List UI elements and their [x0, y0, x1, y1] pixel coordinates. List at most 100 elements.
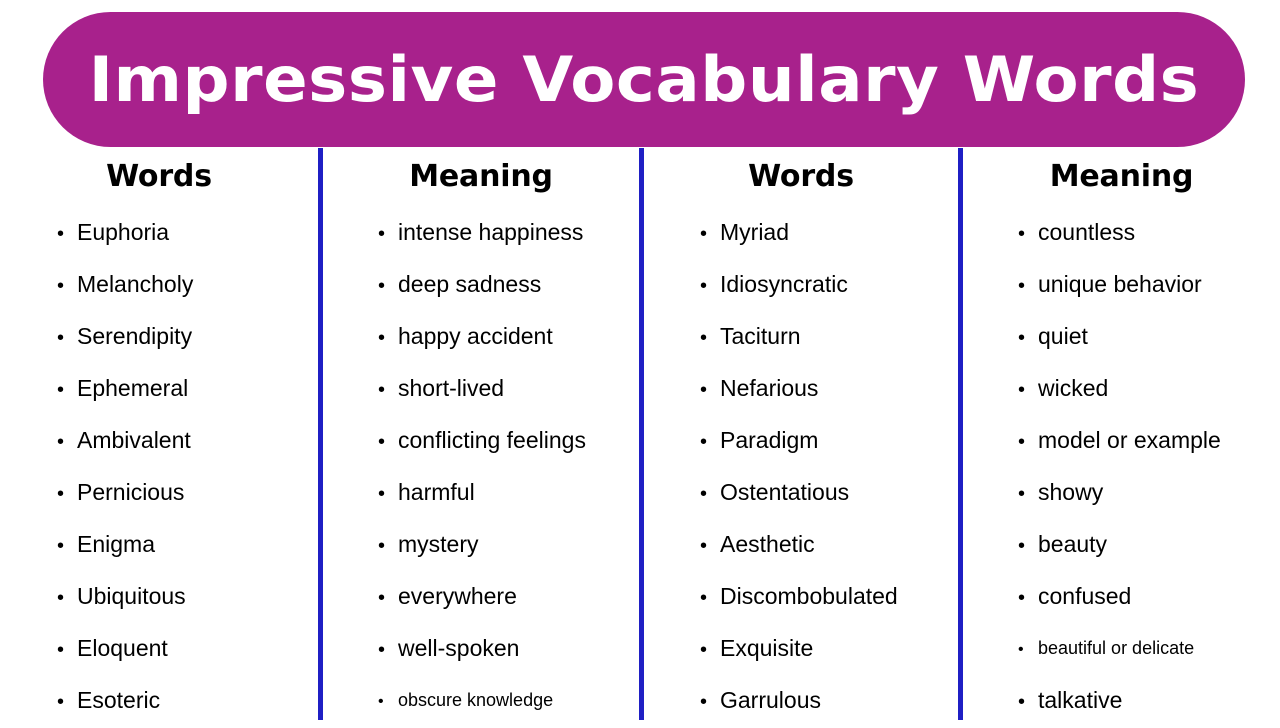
bullet-icon: • [378, 535, 386, 557]
bullet-icon: • [700, 483, 708, 505]
bullet-icon: • [1018, 587, 1026, 609]
list-item: • Discombobulated [700, 570, 958, 622]
bullet-icon: • [1018, 535, 1026, 557]
list-item: • model or example [1018, 414, 1280, 466]
bullet-icon: • [700, 223, 708, 245]
bullet-icon: • [378, 327, 386, 349]
list-item-label: talkative [1038, 687, 1123, 713]
list-item: • talkative [1018, 674, 1280, 726]
list-item: • Idiosyncratic [700, 258, 958, 310]
list-item-label: happy accident [398, 323, 553, 349]
list-item: • beautiful or delicate [1018, 622, 1280, 674]
list-item: • Enigma [57, 518, 318, 570]
list-item: • everywhere [378, 570, 639, 622]
list-item-label: unique behavior [1038, 271, 1202, 297]
bullet-icon: • [700, 379, 708, 401]
list-item-label: Euphoria [77, 219, 170, 245]
list-item: • Nefarious [700, 362, 958, 414]
list-item: • happy accident [378, 310, 639, 362]
column-header-meaning-2: Meaning [1049, 159, 1194, 194]
list-item: • well-spoken [378, 622, 639, 674]
list-item: • Exquisite [700, 622, 958, 674]
list-item: • Melancholy [57, 258, 318, 310]
list-item-label: intense happiness [398, 219, 584, 245]
list-item: • Ostentatious [700, 466, 958, 518]
list-item-label: Nefarious [720, 375, 819, 401]
bullet-icon: • [1018, 327, 1026, 349]
list-item-label: Esoteric [77, 687, 161, 713]
title-banner: Impressive Vocabulary Words [43, 12, 1245, 147]
list-item-label: Exquisite [720, 635, 814, 661]
bullet-icon: • [57, 691, 65, 713]
list-item-label: Ubiquitous [77, 583, 186, 609]
list-item-label: well-spoken [398, 635, 520, 661]
list-item-label: Ephemeral [77, 375, 189, 401]
bullet-icon: • [57, 483, 65, 505]
bullet-icon: • [57, 379, 65, 401]
bullet-icon: • [700, 587, 708, 609]
list-item-label: Discombobulated [720, 583, 898, 609]
column-header-meaning-1: Meaning [409, 159, 553, 194]
list-item-label: everywhere [398, 583, 517, 609]
list-item: • Euphoria [57, 206, 318, 258]
list-item: • unique behavior [1018, 258, 1280, 310]
list-item: • Myriad [700, 206, 958, 258]
list-item: • deep sadness [378, 258, 639, 310]
list-item: • Esoteric [57, 674, 318, 726]
column-header-words-2: Words [748, 159, 854, 194]
bullet-icon: • [700, 275, 708, 297]
list-item: • obscure knowledge [378, 674, 639, 726]
list-item-label: beauty [1038, 531, 1108, 557]
bullet-icon: • [378, 431, 386, 453]
bullet-icon: • [378, 223, 386, 245]
list-item-label: Pernicious [77, 479, 185, 505]
column-words-1: Words • Euphoria • Melancholy • Serendipity • E… [0, 148, 318, 720]
bullet-icon: • [57, 275, 65, 297]
list-item: • showy [1018, 466, 1280, 518]
list-item: • short-lived [378, 362, 639, 414]
column-words-2: Words • Myriad • Idiosyncratic • Taciturn • Nef… [644, 148, 958, 720]
bullet-icon: • [700, 327, 708, 349]
bullet-icon: • [57, 223, 65, 245]
list-item-label: Idiosyncratic [720, 271, 848, 297]
list-item-label: wicked [1038, 375, 1109, 401]
bullet-icon: • [700, 535, 708, 557]
column-meaning-2: Meaning • countless • unique behavior • quiet… [963, 148, 1280, 720]
bullet-icon: • [700, 431, 708, 453]
list-item: • Paradigm [700, 414, 958, 466]
bullet-icon: • [378, 275, 386, 297]
bullet-icon: • [57, 431, 65, 453]
bullet-icon: • [1018, 641, 1024, 658]
bullet-icon: • [378, 693, 384, 710]
column-list-meaning-2: • countless • unique behavior • quiet • wicked •… [963, 206, 1280, 726]
bullet-icon: • [700, 691, 708, 713]
list-item: • Taciturn [700, 310, 958, 362]
list-item: • Eloquent [57, 622, 318, 674]
list-item-label: Myriad [720, 219, 790, 245]
bullet-icon: • [378, 483, 386, 505]
list-item: • confused [1018, 570, 1280, 622]
list-item: • Garrulous [700, 674, 958, 726]
column-list-meaning-1: • intense happiness • deep sadness • happy ac… [323, 206, 639, 726]
list-item: • Ephemeral [57, 362, 318, 414]
column-list-words-1: • Euphoria • Melancholy • Serendipity • Ephemer… [0, 206, 318, 726]
list-item-label: harmful [398, 479, 475, 505]
list-item-label: Taciturn [720, 323, 801, 349]
list-item-label: Eloquent [77, 635, 168, 661]
list-item: • mystery [378, 518, 639, 570]
list-item-label: Melancholy [77, 271, 194, 297]
list-item-label: model or example [1038, 427, 1221, 453]
bullet-icon: • [1018, 691, 1026, 713]
vocabulary-table: Words • Euphoria • Melancholy • Serendipity • E… [0, 148, 1280, 720]
list-item: • Ubiquitous [57, 570, 318, 622]
column-list-words-2: • Myriad • Idiosyncratic • Taciturn • Nefarious… [644, 206, 958, 726]
list-item: • countless [1018, 206, 1280, 258]
list-item-label: Enigma [77, 531, 155, 557]
bullet-icon: • [57, 327, 65, 349]
list-item: • Ambivalent [57, 414, 318, 466]
list-item-label: deep sadness [398, 271, 542, 297]
list-item: • wicked [1018, 362, 1280, 414]
bullet-icon: • [57, 639, 65, 661]
list-item-label: obscure knowledge [398, 690, 554, 710]
bullet-icon: • [378, 587, 386, 609]
